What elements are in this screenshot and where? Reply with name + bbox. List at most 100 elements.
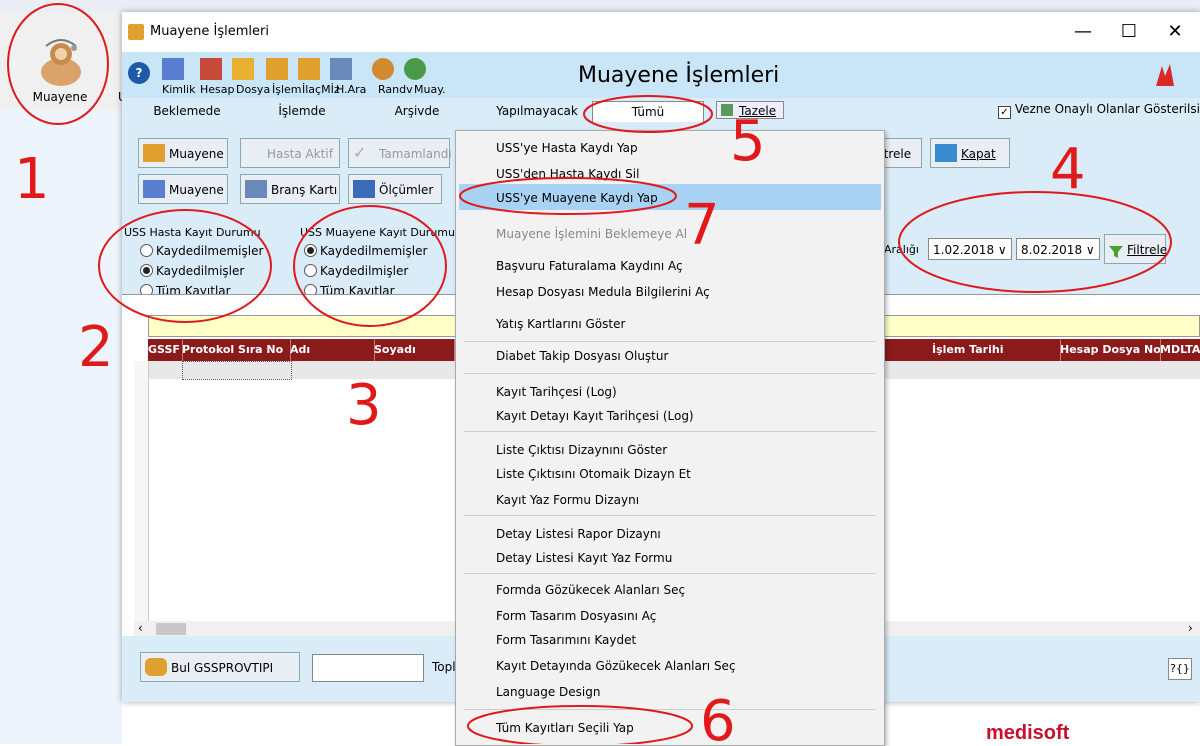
brans-karti-button[interactable]: Branş Kartı (240, 174, 340, 204)
toolbar-muay-label[interactable]: Muay. (414, 83, 446, 96)
menu-item-form-tasarim-ac[interactable]: Form Tasarım Dosyasını Aç (496, 609, 656, 623)
muayene-button[interactable]: Muayene (138, 138, 228, 168)
title-bar: Muayene İşlemleri — ☐ ✕ (122, 12, 1200, 52)
menu-item-uss-muayene-kaydi-yap[interactable]: USS'ye Muayene Kaydı Yap (496, 191, 658, 205)
maximize-button[interactable]: ☐ (1106, 18, 1152, 46)
selected-cell[interactable] (182, 361, 292, 380)
brand-flame-icon (1152, 62, 1178, 88)
muayene-launch-icon[interactable] (34, 32, 88, 88)
menu-item-alanlari-sec[interactable]: Formda Gözükecek Alanları Seç (496, 583, 685, 597)
date-to-picker[interactable]: 8.02.2018 ∨ (1016, 238, 1100, 260)
uss-muayene-opt-1-label: Kaydedilmişler (320, 264, 409, 278)
vezne-checkbox-label: Vezne Onaylı Olanlar Gösterilsin (1014, 102, 1200, 116)
col-soyadi[interactable]: Soyadı (374, 339, 455, 361)
toolbar-hara-label[interactable]: H.Ara (336, 83, 366, 96)
toolbar-hesap-label[interactable]: Hesap (200, 83, 235, 96)
tab-beklemede[interactable]: Beklemede (122, 101, 252, 121)
toolbar-ilac-label[interactable]: İlaçMİz (302, 83, 340, 96)
scroll-left-icon[interactable]: ‹ (138, 621, 143, 635)
radio-icon (140, 244, 153, 257)
dosya-icon[interactable] (232, 58, 254, 80)
kapat-icon (935, 144, 957, 162)
hesap-icon[interactable] (200, 58, 222, 80)
menu-item-liste-cikti-dizayn[interactable]: Liste Çıktısı Dizaynını Göster (496, 443, 667, 457)
menu-item-beklemeye-al[interactable]: Muayene İşlemini Beklemeye Al (496, 227, 687, 241)
tab-tumu[interactable]: Tümü (592, 101, 704, 122)
muayene-button-2[interactable]: Muayene (138, 174, 228, 204)
col-mdlta[interactable]: MDLTA (1160, 339, 1200, 361)
uss-hasta-opt-1[interactable]: Kaydedilmişler (140, 264, 244, 278)
toolbar-randv-label[interactable]: Randv (378, 83, 413, 96)
filtrele-button[interactable]: Filtrele (1104, 234, 1167, 264)
menu-item-form-tasarim-kaydet[interactable]: Form Tasarımını Kaydet (496, 633, 636, 647)
menu-item-kayit-detayi-tarihcesi[interactable]: Kayıt Detayı Kayıt Tarihçesi (Log) (496, 409, 694, 423)
kapat-button[interactable]: Kapat (930, 138, 1010, 168)
menu-separator (464, 709, 876, 710)
menu-item-kayit-yaz-formu[interactable]: Kayıt Yaz Formu Dizaynı (496, 493, 639, 507)
chevron-down-icon: ∨ (997, 243, 1007, 257)
tamamlandi-button[interactable]: ✓ Tamamlandı (348, 138, 452, 168)
minimize-button[interactable]: — (1060, 18, 1106, 46)
radio-icon (304, 264, 317, 277)
toolbar-islem-label[interactable]: İşlem (272, 83, 302, 96)
menu-separator (464, 373, 876, 374)
tab-arsivde[interactable]: Arşivde (362, 101, 472, 121)
tab-islemde[interactable]: İşlemde (252, 101, 352, 121)
date-from-picker[interactable]: 1.02.2018 ∨ (928, 238, 1012, 260)
hara-icon[interactable] (330, 58, 352, 80)
help-code-icon[interactable]: ?{} (1168, 658, 1192, 680)
toolbar-dosya-label[interactable]: Dosya (236, 83, 270, 96)
refresh-icon (721, 104, 733, 116)
tab-yapilmayacak[interactable]: Yapılmayacak (482, 101, 592, 121)
muay-icon[interactable] (404, 58, 426, 80)
menu-item-yatis-kartlari[interactable]: Yatış Kartlarını Göster (496, 317, 625, 331)
uss-hasta-opt-0-label: Kaydedilmemişler (156, 244, 264, 258)
menu-item-basvuru-faturalama[interactable]: Başvuru Faturalama Kaydını Aç (496, 259, 683, 273)
app-icon (128, 24, 144, 40)
menu-item-medula-bilgileri[interactable]: Hesap Dosyası Medula Bilgilerini Aç (496, 285, 710, 299)
menu-item-tum-kayitlari-secili[interactable]: Tüm Kayıtları Seçili Yap (496, 721, 634, 735)
uss-muayene-opt-0[interactable]: Kaydedilmemişler (304, 244, 427, 258)
muayene-launch-label[interactable]: Muayene (20, 90, 100, 104)
hasta-aktif-label: Hasta Aktif (267, 147, 333, 161)
find-input[interactable] (312, 654, 424, 682)
menu-item-detay-kayit-yaz[interactable]: Detay Listesi Kayıt Yaz Formu (496, 551, 672, 565)
col-gssf[interactable]: GSSF (148, 339, 183, 361)
menu-item-diabet-takip[interactable]: Diabet Takip Dosyası Oluştur (496, 349, 668, 363)
col-islem-tarihi[interactable]: İşlem Tarihi (932, 339, 1061, 361)
vezne-checkbox[interactable]: ✓ Vezne Onaylı Olanlar Gösterilsin (998, 102, 1200, 119)
scroll-right-icon[interactable]: › (1188, 621, 1193, 635)
find-button[interactable]: Bul GSSPROVTIPI (140, 652, 300, 682)
refresh-button[interactable]: Tazele (716, 101, 784, 119)
col-protokol[interactable]: Protokol Sıra No (182, 339, 291, 361)
menu-item-language-design[interactable]: Language Design (496, 685, 600, 699)
close-button[interactable]: ✕ (1152, 18, 1198, 46)
muayene-card-icon (143, 180, 165, 198)
find-button-label: Bul GSSPROVTIPI (171, 661, 274, 675)
uss-muayene-opt-1[interactable]: Kaydedilmişler (304, 264, 408, 278)
olcumler-button[interactable]: Ölçümler (348, 174, 442, 204)
radio-selected-icon (304, 244, 317, 257)
menu-item-detay-alanlari-sec[interactable]: Kayıt Detayında Gözükecek Alanları Seç (496, 659, 736, 673)
ilac-icon[interactable] (298, 58, 320, 80)
app-left-background (0, 110, 122, 744)
top-strip (0, 0, 1200, 12)
kimlik-icon[interactable] (162, 58, 184, 80)
menu-item-uss-hasta-kaydi-yap[interactable]: USS'ye Hasta Kaydı Yap (496, 141, 638, 155)
menu-item-uss-hasta-kaydi-sil[interactable]: USS'den Hasta Kaydı Sil (496, 167, 639, 181)
menu-item-otomatik-dizayn[interactable]: Liste Çıktısını Otomaik Dizayn Et (496, 467, 691, 481)
page-heading: Muayene İşlemleri (578, 63, 780, 88)
scroll-thumb[interactable] (156, 623, 186, 635)
context-menu: USS'ye Hasta Kaydı Yap USS'den Hasta Kay… (455, 130, 885, 746)
islem-icon[interactable] (266, 58, 288, 80)
uss-hasta-opt-0[interactable]: Kaydedilmemişler (140, 244, 263, 258)
vezne-check-icon[interactable]: ✓ (998, 106, 1011, 119)
hasta-aktif-button[interactable]: Hasta Aktif (240, 138, 340, 168)
menu-item-kayit-tarihcesi[interactable]: Kayıt Tarihçesi (Log) (496, 385, 617, 399)
help-icon[interactable]: ? (128, 62, 150, 84)
toolbar-kimlik-label[interactable]: Kimlik (162, 83, 195, 96)
menu-item-detay-rapor-dizayni[interactable]: Detay Listesi Rapor Dizaynı (496, 527, 661, 541)
col-adi[interactable]: Adı (290, 339, 375, 361)
randevu-icon[interactable] (372, 58, 394, 80)
col-hesap-dosya-no[interactable]: Hesap Dosya No (1060, 339, 1161, 361)
